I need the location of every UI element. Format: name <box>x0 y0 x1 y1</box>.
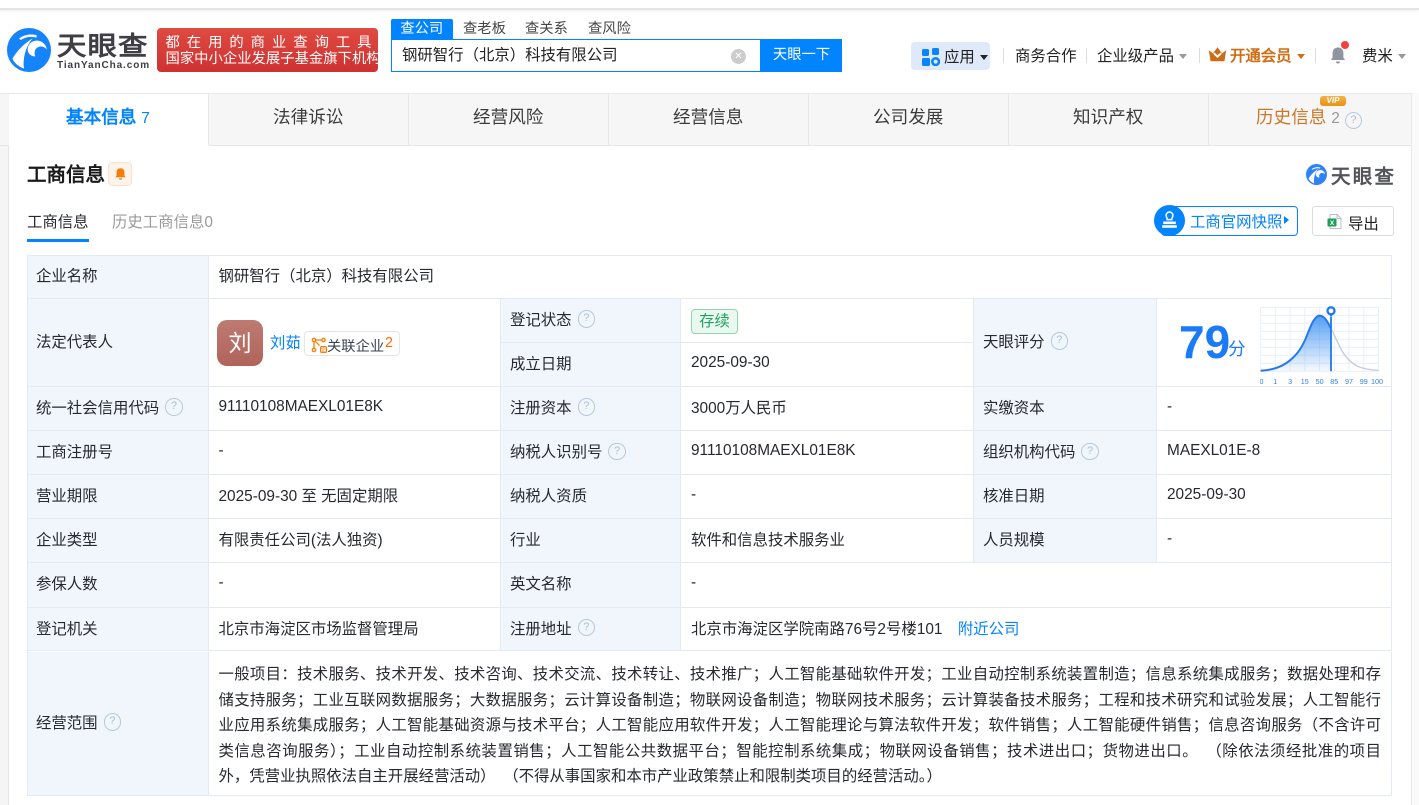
svg-text:99: 99 <box>1360 377 1368 386</box>
svg-text:1: 1 <box>1273 377 1277 386</box>
svg-text:97: 97 <box>1345 377 1353 386</box>
svg-text:15: 15 <box>1301 377 1309 386</box>
svg-text:50: 50 <box>1316 377 1324 386</box>
svg-text:0: 0 <box>1260 377 1264 386</box>
svg-text:100: 100 <box>1371 377 1383 386</box>
svg-text:X: X <box>1330 220 1335 227</box>
svg-text:85: 85 <box>1330 377 1338 386</box>
svg-text:3: 3 <box>1288 377 1292 386</box>
